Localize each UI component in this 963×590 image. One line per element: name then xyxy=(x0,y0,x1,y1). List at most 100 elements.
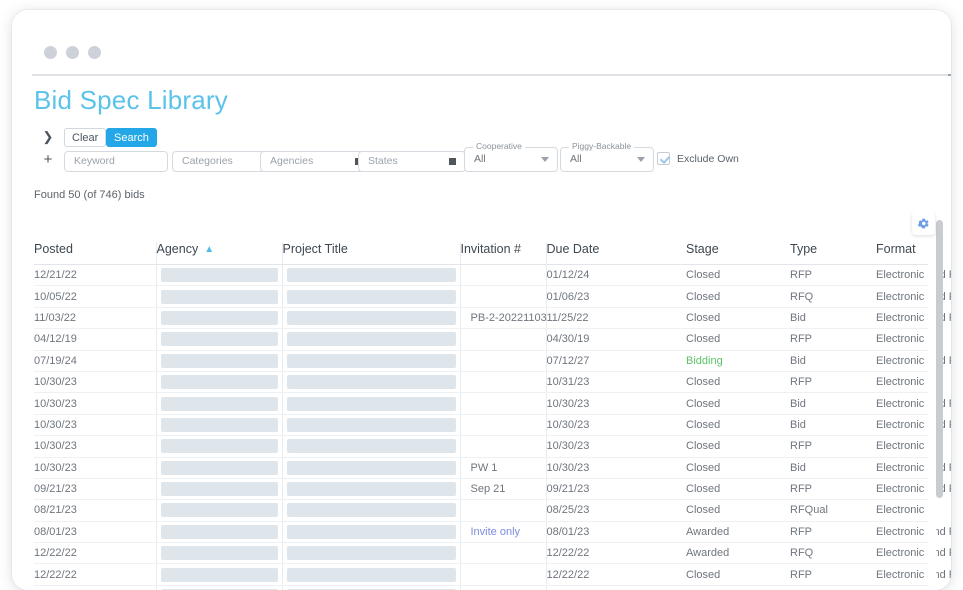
cell-posted: 08/01/23 xyxy=(34,521,156,542)
cell-invitation-number xyxy=(460,543,546,564)
cell-posted: 04/12/19 xyxy=(34,329,156,350)
table-row[interactable]: 10/30/2310/30/23ClosedRFPElectronic xyxy=(34,436,928,457)
window-controls xyxy=(44,46,101,59)
states-input[interactable]: States xyxy=(358,151,466,172)
cell-due-date: 08/01/23 xyxy=(546,521,686,542)
cell-invitation-number xyxy=(460,329,546,350)
plus-icon[interactable]: + xyxy=(40,152,56,168)
invite-only-link[interactable]: Invite only xyxy=(461,526,546,538)
cell-agency xyxy=(156,307,282,328)
cell-stage: Closed xyxy=(686,564,790,585)
app-window: Bid Spec Library ❯ + Clear Search Keywor… xyxy=(12,10,951,590)
redacted-project-title xyxy=(287,375,456,389)
cell-agency xyxy=(156,414,282,435)
cell-project-title xyxy=(282,286,460,307)
table-row[interactable]: 10/30/2310/31/23ClosedRFPElectronic xyxy=(34,371,928,392)
piggy-backable-value: All xyxy=(570,148,582,171)
redacted-agency xyxy=(161,311,278,325)
chevron-down-icon[interactable]: ❯ xyxy=(40,129,56,145)
agencies-input[interactable]: Agencies xyxy=(260,151,372,172)
redacted-project-title xyxy=(287,482,456,496)
column-header-project-title[interactable]: Project Title xyxy=(282,242,460,265)
cell-agency xyxy=(156,457,282,478)
table-scrollbar-thumb[interactable] xyxy=(936,220,943,498)
cell-project-title xyxy=(282,414,460,435)
cell-invitation-number[interactable]: Invite only xyxy=(460,521,546,542)
piggy-backable-select[interactable]: Piggy-Backable All xyxy=(560,147,654,172)
cell-type: RFP xyxy=(790,371,876,392)
agencies-placeholder: Agencies xyxy=(270,152,313,171)
chevron-down-icon xyxy=(541,157,549,162)
cell-due-date: 01/12/24 xyxy=(546,265,686,286)
cell-agency xyxy=(156,478,282,499)
cell-project-title xyxy=(282,521,460,542)
window-minimize-dot[interactable] xyxy=(66,46,79,59)
cell-agency xyxy=(156,500,282,521)
column-header-invitation-number[interactable]: Invitation # xyxy=(460,242,546,265)
cell-type: RFP xyxy=(790,329,876,350)
results-table: Posted Agency▲ Project Title Invitation … xyxy=(34,242,928,590)
column-header-format[interactable]: Format xyxy=(876,242,928,265)
table-header-row: Posted Agency▲ Project Title Invitation … xyxy=(34,242,928,265)
table-row[interactable]: 12/21/2201/12/24ClosedRFPElectronic and … xyxy=(34,265,928,286)
table-row[interactable]: 04/12/1904/30/19ClosedRFPElectronic xyxy=(34,329,928,350)
cell-posted: 07/19/24 xyxy=(34,350,156,371)
cell-type: Bid xyxy=(790,393,876,414)
redacted-agency xyxy=(161,525,278,539)
cell-stage: Closed xyxy=(686,329,790,350)
cell-agency xyxy=(156,350,282,371)
keyword-placeholder: Keyword xyxy=(74,152,115,171)
cell-invitation-number: Sep 21 xyxy=(460,478,546,499)
cell-type: RFQual xyxy=(790,500,876,521)
table-row[interactable]: 10/30/2310/30/23ClosedBidElectronic and … xyxy=(34,393,928,414)
cell-project-title xyxy=(282,350,460,371)
cell-due-date: 10/30/23 xyxy=(546,436,686,457)
column-header-type[interactable]: Type xyxy=(790,242,876,265)
cell-agency xyxy=(156,564,282,585)
table-row[interactable]: 10/05/2201/06/23ClosedRFQElectronic and … xyxy=(34,286,928,307)
search-button[interactable]: Search xyxy=(106,128,157,147)
redacted-project-title xyxy=(287,503,456,517)
redacted-agency xyxy=(161,354,278,368)
cell-posted: 10/30/23 xyxy=(34,393,156,414)
cell-invitation-number: PB-2-20221103 xyxy=(460,307,546,328)
window-close-dot[interactable] xyxy=(44,46,57,59)
table-row[interactable]: 10/30/2310/30/23ClosedBidElectronic and … xyxy=(34,414,928,435)
cell-stage: Closed xyxy=(686,265,790,286)
column-header-stage[interactable]: Stage xyxy=(686,242,790,265)
table-row[interactable]: 12/22/2212/22/22ClosedRFPElectronic and … xyxy=(34,564,928,585)
column-header-agency[interactable]: Agency▲ xyxy=(156,242,282,265)
cell-posted: 12/22/22 xyxy=(34,564,156,585)
column-header-posted[interactable]: Posted xyxy=(34,242,156,265)
keyword-input[interactable]: Keyword xyxy=(64,151,168,172)
cell-format: Electronic xyxy=(876,500,928,521)
window-maximize-dot[interactable] xyxy=(88,46,101,59)
redacted-agency xyxy=(161,461,278,475)
cell-posted: 11/03/22 xyxy=(34,307,156,328)
table-row[interactable]: 12/22/2212/22/22AwardedRFQElectronic and… xyxy=(34,543,928,564)
cell-due-date: 10/30/23 xyxy=(546,393,686,414)
chevron-down-icon xyxy=(637,157,645,162)
table-row[interactable]: 11/03/22PB-2-2022110311/25/22ClosedBidEl… xyxy=(34,307,928,328)
table-row[interactable]: 09/21/23Sep 2109/21/23ClosedRFPElectroni… xyxy=(34,478,928,499)
table-row[interactable]: 10/30/23PW 110/30/23ClosedBidElectronic … xyxy=(34,457,928,478)
redacted-agency xyxy=(161,482,278,496)
redacted-project-title xyxy=(287,290,456,304)
gear-icon[interactable] xyxy=(912,212,935,235)
table-row[interactable]: 07/19/2407/12/27BiddingBidElectronic and… xyxy=(34,350,928,371)
cell-project-title xyxy=(282,500,460,521)
exclude-own-checkbox[interactable] xyxy=(657,152,670,165)
column-header-due-date[interactable]: Due Date xyxy=(546,242,686,265)
cell-posted: 10/30/23 xyxy=(34,436,156,457)
cell-due-date: 09/21/23 xyxy=(546,478,686,499)
cell-project-title xyxy=(282,329,460,350)
cell-agency xyxy=(156,436,282,457)
table-row[interactable]: 08/01/23Invite only08/01/23AwardedRFPEle… xyxy=(34,521,928,542)
cooperative-select[interactable]: Cooperative All xyxy=(464,147,558,172)
exclude-own-control[interactable]: Exclude Own xyxy=(657,152,739,165)
clear-button[interactable]: Clear xyxy=(64,128,106,147)
cell-format: Electronic xyxy=(876,371,928,392)
cell-invitation-number xyxy=(460,564,546,585)
cell-format: Electronic and Pa xyxy=(876,543,928,564)
table-row[interactable]: 08/21/2308/25/23ClosedRFQualElectronic xyxy=(34,500,928,521)
